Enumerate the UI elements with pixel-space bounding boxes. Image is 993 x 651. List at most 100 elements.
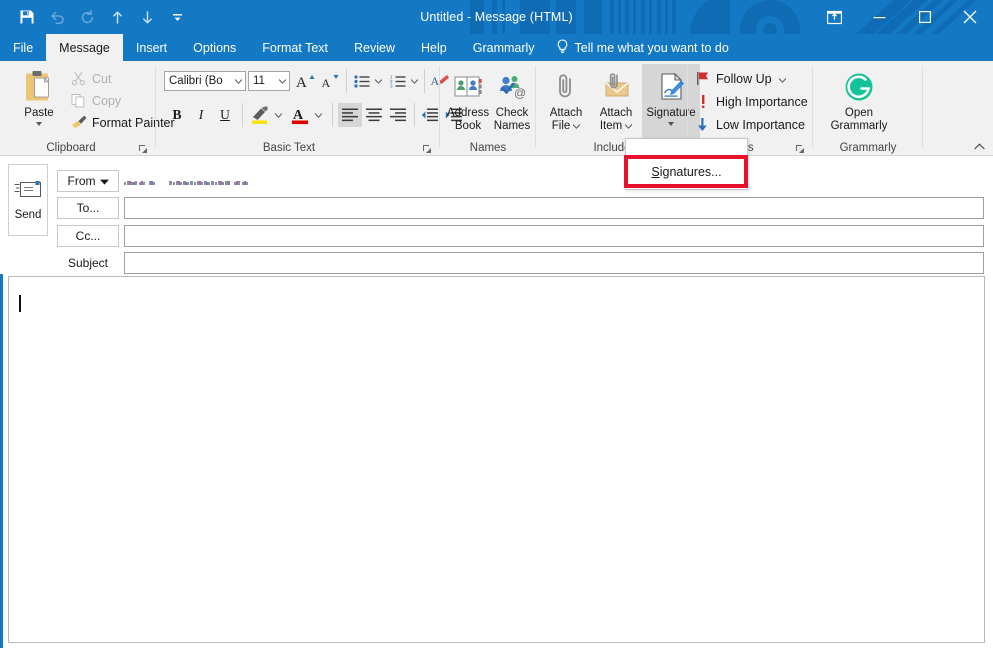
from-button[interactable]: From <box>57 170 119 192</box>
ribbon-group-clipboard: Paste Cut Copy Format Painter Clipboard <box>4 61 175 155</box>
ribbon-group-names: Address Book @ Check Names Names <box>440 61 536 155</box>
tab-help[interactable]: Help <box>408 34 460 61</box>
ribbon-group-grammarly: Open Grammarly Grammarly <box>813 61 923 155</box>
shrink-font-button[interactable]: A <box>318 69 340 93</box>
to-button[interactable]: To... <box>57 197 119 219</box>
font-color-dropdown[interactable] <box>312 103 324 127</box>
chevron-down-icon[interactable] <box>36 122 42 126</box>
align-left-button[interactable] <box>338 103 362 127</box>
tab-file[interactable]: File <box>0 34 46 61</box>
tab-message[interactable]: Message <box>46 34 123 61</box>
text-highlight-button[interactable] <box>248 103 272 127</box>
cut-button[interactable]: Cut <box>70 70 111 87</box>
bold-button[interactable]: B <box>166 103 188 127</box>
underline-label: U <box>220 107 230 122</box>
send-envelope-icon <box>14 180 42 203</box>
divider <box>424 69 425 93</box>
tell-me-search[interactable]: Tell me what you want to do <box>548 34 739 61</box>
outlook-compose-window: Untitled - Message (HTML) File Message I… <box>0 0 993 651</box>
align-center-button[interactable] <box>362 103 386 127</box>
chevron-down-icon[interactable] <box>624 120 633 133</box>
tab-grammarly[interactable]: Grammarly <box>460 34 548 61</box>
collapse-ribbon-button[interactable] <box>971 139 987 153</box>
paintbrush-icon <box>70 114 87 131</box>
subject-input[interactable] <box>124 252 984 274</box>
bold-label: B <box>172 107 182 122</box>
text-cursor <box>19 295 21 312</box>
bullets-dropdown[interactable] <box>372 69 384 93</box>
tab-format-text[interactable]: Format Text <box>249 34 341 61</box>
low-importance-button[interactable]: Low Importance <box>694 116 805 133</box>
chevron-down-icon[interactable] <box>572 120 581 133</box>
clipboard-dialog-launcher[interactable] <box>138 141 150 153</box>
attach-item-button[interactable]: Attach Item <box>592 67 640 133</box>
group-divider <box>922 66 923 148</box>
font-name-combo[interactable]: Calibri (Bo <box>164 71 246 91</box>
paste-button[interactable]: Paste <box>12 67 66 126</box>
ribbon-display-options-icon[interactable] <box>812 0 857 34</box>
copy-button[interactable]: Copy <box>70 92 121 109</box>
chevron-down-icon[interactable] <box>668 122 674 126</box>
grammarly-logo-icon <box>844 67 874 107</box>
chevron-down-icon[interactable] <box>778 72 786 86</box>
highlight-dropdown[interactable] <box>272 103 284 127</box>
save-icon[interactable] <box>12 2 42 32</box>
font-color-button[interactable]: A <box>288 103 312 127</box>
address-book-button[interactable]: Address Book <box>444 67 492 133</box>
send-button[interactable]: Send <box>8 164 48 236</box>
chevron-down-icon[interactable] <box>232 78 245 84</box>
check-names-button[interactable]: @ Check Names <box>490 67 534 133</box>
chevron-down-icon[interactable] <box>276 78 289 84</box>
close-icon[interactable] <box>947 0 993 34</box>
grow-font-button[interactable]: A <box>294 69 316 93</box>
open-grammarly-button[interactable]: Open Grammarly <box>823 67 895 133</box>
chevron-down-icon[interactable] <box>99 174 109 188</box>
numbering-dropdown[interactable] <box>408 69 420 93</box>
annotation-highlight-box <box>624 155 748 188</box>
tab-label: Review <box>354 40 396 55</box>
flag-icon <box>694 70 711 87</box>
check-names-label-2: Names <box>493 120 531 132</box>
from-address-value <box>124 176 279 192</box>
cc-button[interactable]: Cc... <box>57 225 119 247</box>
attach-item-icon <box>601 67 631 107</box>
font-name-value: Calibri (Bo <box>169 75 223 87</box>
tab-label: Format Text <box>262 40 329 55</box>
basic-text-dialog-launcher[interactable] <box>422 141 434 153</box>
cc-input[interactable] <box>124 225 984 247</box>
attach-file-button[interactable]: Attach File <box>542 67 590 133</box>
tell-me-label: Tell me what you want to do <box>574 40 729 55</box>
tab-label: Message <box>59 40 110 55</box>
previous-item-icon[interactable] <box>102 2 132 32</box>
redo-icon[interactable] <box>72 2 102 32</box>
tab-options[interactable]: Options <box>180 34 249 61</box>
subject-label-text: Subject <box>67 256 109 270</box>
basic-text-group-label: Basic Text <box>262 142 316 154</box>
high-importance-button[interactable]: High Importance <box>694 93 808 110</box>
to-input[interactable] <box>124 197 984 219</box>
italic-label: I <box>198 107 204 122</box>
bullets-button[interactable] <box>352 69 372 93</box>
subject-label: Subject <box>57 252 119 274</box>
clipboard-group-label: Clipboard <box>46 142 96 154</box>
undo-icon[interactable] <box>42 2 72 32</box>
divider <box>242 103 243 127</box>
message-body-editor[interactable] <box>8 276 985 643</box>
minimize-icon[interactable] <box>857 0 902 34</box>
follow-up-button[interactable]: Follow Up <box>694 70 786 87</box>
divider <box>414 103 415 127</box>
customize-qat-icon[interactable] <box>162 2 192 32</box>
tab-review[interactable]: Review <box>341 34 408 61</box>
align-right-button[interactable] <box>386 103 410 127</box>
maximize-icon[interactable] <box>902 0 947 34</box>
window-controls <box>812 0 993 34</box>
numbering-button[interactable]: 123 <box>388 69 408 93</box>
font-size-combo[interactable]: 11 <box>248 71 290 91</box>
low-importance-label: Low Importance <box>716 117 805 132</box>
next-item-icon[interactable] <box>132 2 162 32</box>
send-label: Send <box>14 208 42 221</box>
underline-button[interactable]: U <box>214 103 236 127</box>
italic-button[interactable]: I <box>190 103 212 127</box>
tab-insert[interactable]: Insert <box>123 34 180 61</box>
tags-dialog-launcher[interactable] <box>795 141 807 153</box>
